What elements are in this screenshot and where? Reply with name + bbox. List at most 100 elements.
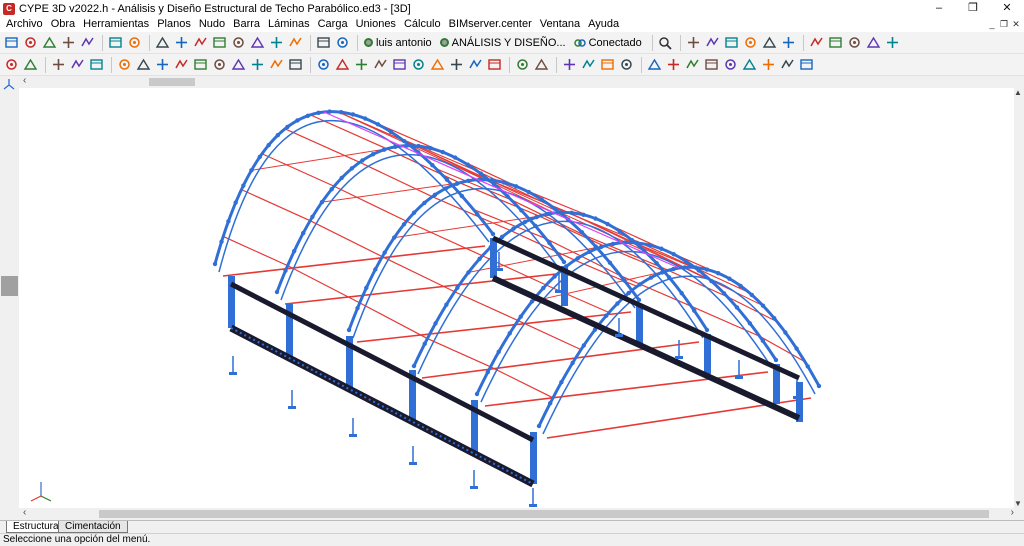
open-folder-icon[interactable] xyxy=(3,34,20,51)
zoom-all-icon[interactable] xyxy=(173,34,190,51)
load-node-icon[interactable] xyxy=(561,56,578,73)
node-new-icon[interactable] xyxy=(50,56,67,73)
group-icon[interactable] xyxy=(230,56,247,73)
view-solid-icon[interactable] xyxy=(685,34,702,51)
load-bar-icon[interactable] xyxy=(580,56,597,73)
split-icon[interactable] xyxy=(192,56,209,73)
zoom-in-icon[interactable] xyxy=(192,34,209,51)
load-panel-icon[interactable] xyxy=(599,56,616,73)
save-icon[interactable] xyxy=(22,34,39,51)
view-3d-icon[interactable] xyxy=(315,34,332,51)
envelope-icon[interactable] xyxy=(779,56,796,73)
bim-export-icon[interactable] xyxy=(827,34,844,51)
menu-carga[interactable]: Carga xyxy=(314,17,352,32)
doc-close-button[interactable]: ✕ xyxy=(1010,17,1022,32)
3d-view-canvas[interactable] xyxy=(19,88,1014,508)
view-refresh-icon[interactable] xyxy=(742,34,759,51)
menu-laminas[interactable]: Láminas xyxy=(264,17,314,32)
menu-calculo[interactable]: Cálculo xyxy=(400,17,445,32)
bottom-scroll-thumb[interactable] xyxy=(99,510,989,518)
undo-icon[interactable] xyxy=(107,34,124,51)
bar-describe-icon[interactable] xyxy=(353,56,370,73)
menu-nudo[interactable]: Nudo xyxy=(195,17,229,32)
help-icon[interactable] xyxy=(865,34,882,51)
bim-import-icon[interactable] xyxy=(846,34,863,51)
menu-barra[interactable]: Barra xyxy=(229,17,264,32)
copy-icon[interactable] xyxy=(135,56,152,73)
bottom-scrollbar[interactable]: ‹ › xyxy=(19,507,1024,520)
scroll-left-icon[interactable]: ‹ xyxy=(23,507,26,518)
view-wire-icon[interactable] xyxy=(704,34,721,51)
right-scrollbar[interactable]: ▲ ▼ xyxy=(1014,88,1024,508)
structure-3d-model[interactable] xyxy=(19,88,1014,508)
pan-icon[interactable] xyxy=(268,34,285,51)
forces-icon[interactable] xyxy=(703,56,720,73)
orientation-icon[interactable] xyxy=(3,78,15,90)
bar-offset-icon[interactable] xyxy=(429,56,446,73)
tab-estructura[interactable]: Estructura xyxy=(6,521,66,533)
displacement-icon[interactable] xyxy=(741,56,758,73)
menu-ayuda[interactable]: Ayuda xyxy=(584,17,623,32)
rotate-element-icon[interactable] xyxy=(173,56,190,73)
magnet-icon[interactable] xyxy=(79,34,96,51)
window-icon[interactable] xyxy=(287,34,304,51)
settings-icon[interactable] xyxy=(22,56,39,73)
node-edit-icon[interactable] xyxy=(69,56,86,73)
tools-icon[interactable] xyxy=(780,34,797,51)
calc-icon[interactable] xyxy=(646,56,663,73)
project-indicator[interactable]: ANÁLISIS Y DISEÑO... xyxy=(439,37,566,49)
menu-ventana[interactable]: Ventana xyxy=(536,17,584,32)
menu-obra[interactable]: Obra xyxy=(47,17,79,32)
bar-copy-icon[interactable] xyxy=(467,56,484,73)
cype-app-icon[interactable]: C xyxy=(3,2,15,15)
menu-bimserver[interactable]: BIMserver.center xyxy=(445,17,536,32)
mirror-icon[interactable] xyxy=(154,56,171,73)
menu-herramientas[interactable]: Herramientas xyxy=(79,17,153,32)
panel-edit-icon[interactable] xyxy=(533,56,550,73)
vertical-scroll-thumb[interactable] xyxy=(1,276,18,296)
scroll-left-icon[interactable]: ‹ xyxy=(23,75,26,86)
bar-new-icon[interactable] xyxy=(315,56,332,73)
results-icon[interactable] xyxy=(684,56,701,73)
web-icon[interactable] xyxy=(884,34,901,51)
zoom-window-icon[interactable] xyxy=(154,34,171,51)
print-icon[interactable] xyxy=(41,34,58,51)
list-icon[interactable] xyxy=(798,56,815,73)
minimize-button[interactable]: – xyxy=(922,0,956,17)
check-icon[interactable] xyxy=(665,56,682,73)
doc-restore-button[interactable]: ❐ xyxy=(998,17,1010,32)
scroll-up-icon[interactable]: ▲ xyxy=(1014,88,1022,97)
layers-icon[interactable] xyxy=(3,56,20,73)
redo-icon[interactable] xyxy=(126,34,143,51)
filter-icon[interactable] xyxy=(287,56,304,73)
tab-cimentacion[interactable]: Cimentación xyxy=(58,521,128,533)
rotate-icon[interactable] xyxy=(230,34,247,51)
connection-indicator[interactable]: Conectado xyxy=(573,37,642,49)
scroll-right-icon[interactable]: › xyxy=(1011,507,1014,518)
print-preview-icon[interactable] xyxy=(808,34,825,51)
bar-symmetry-icon[interactable] xyxy=(486,56,503,73)
restore-button[interactable]: ❐ xyxy=(956,0,990,17)
axes-icon[interactable] xyxy=(334,34,351,51)
move-icon[interactable] xyxy=(116,56,133,73)
bar-deflection-icon[interactable] xyxy=(391,56,408,73)
search-icon[interactable] xyxy=(657,34,674,51)
view-export-icon[interactable] xyxy=(761,34,778,51)
view-section-icon[interactable] xyxy=(723,34,740,51)
doc-minimize-button[interactable]: _ xyxy=(986,17,998,32)
load-delete-icon[interactable] xyxy=(618,56,635,73)
grid-icon[interactable] xyxy=(60,34,77,51)
top-scrollbar[interactable]: ‹ xyxy=(19,75,1024,88)
reactions-icon[interactable] xyxy=(760,56,777,73)
bar-buckling-icon[interactable] xyxy=(372,56,389,73)
top-scroll-thumb[interactable] xyxy=(149,78,195,86)
panel-icon[interactable] xyxy=(514,56,531,73)
node-delete-icon[interactable] xyxy=(88,56,105,73)
array-icon[interactable] xyxy=(249,56,266,73)
join-icon[interactable] xyxy=(211,56,228,73)
user-indicator[interactable]: luis antonio xyxy=(364,37,432,49)
zoom-previous-icon[interactable] xyxy=(249,34,266,51)
close-button[interactable]: ✕ xyxy=(990,0,1024,17)
menu-uniones[interactable]: Uniones xyxy=(352,17,400,32)
menu-planos[interactable]: Planos xyxy=(153,17,195,32)
